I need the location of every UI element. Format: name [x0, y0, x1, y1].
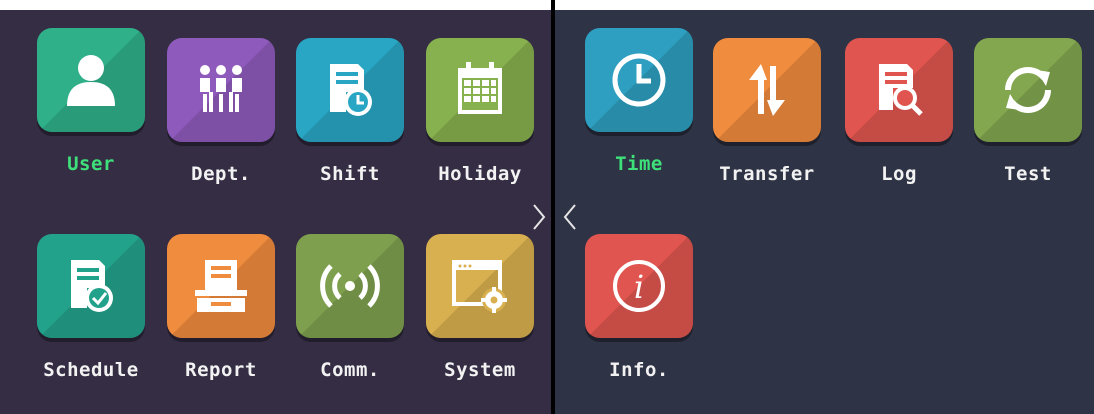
chevron-right-icon[interactable]	[529, 202, 549, 232]
clock-icon	[612, 53, 666, 107]
comm-tile	[296, 234, 404, 338]
info-icon: i	[613, 260, 665, 312]
app-info[interactable]: i Info.	[585, 234, 693, 381]
refresh-icon	[1005, 67, 1051, 113]
app-time[interactable]: Time	[585, 28, 693, 175]
info-tile: i	[585, 234, 693, 338]
main-menu-page-1: User Dept. Shift Holiday Schedule Report…	[0, 10, 551, 414]
app-holiday[interactable]: Holiday	[426, 38, 534, 185]
app-label-comm: Comm.	[320, 359, 380, 381]
app-label-report: Report	[185, 359, 257, 381]
dual-screenshot: User Dept. Shift Holiday Schedule Report…	[0, 0, 1094, 414]
system-window-icon	[452, 260, 507, 313]
app-test[interactable]: Test	[974, 38, 1082, 185]
user-icon	[67, 55, 115, 106]
test-tile	[974, 38, 1082, 142]
app-label-schedule: Schedule	[43, 359, 139, 381]
shift-icon	[330, 64, 372, 116]
app-label-system: System	[444, 359, 516, 381]
time-tile	[585, 28, 693, 132]
app-schedule[interactable]: Schedule	[37, 234, 145, 381]
department-icon	[200, 65, 242, 112]
transfer-arrows-icon	[749, 64, 785, 116]
app-label-test: Test	[1004, 163, 1052, 185]
main-menu-page-2: Time Transfer Log Test i Info.	[555, 10, 1094, 414]
app-label-shift: Shift	[320, 163, 380, 185]
shift-tile	[296, 38, 404, 142]
app-report[interactable]: Report	[167, 234, 275, 381]
app-dept[interactable]: Dept.	[167, 38, 275, 185]
schedule-tile	[37, 234, 145, 338]
app-system[interactable]: System	[426, 234, 534, 381]
app-transfer[interactable]: Transfer	[713, 38, 821, 185]
app-log[interactable]: Log	[845, 38, 953, 185]
calendar-icon	[458, 62, 502, 114]
app-comm[interactable]: Comm.	[296, 234, 404, 381]
log-search-icon	[879, 64, 923, 116]
app-label-info: Info.	[609, 359, 669, 381]
app-label-holiday: Holiday	[438, 163, 522, 185]
schedule-icon	[71, 260, 113, 312]
dept-tile	[167, 38, 275, 142]
app-label-user: User	[67, 153, 115, 175]
system-tile	[426, 234, 534, 338]
app-label-log: Log	[881, 163, 917, 185]
app-label-transfer: Transfer	[719, 163, 815, 185]
chevron-left-icon[interactable]	[560, 202, 580, 232]
report-icon	[195, 260, 247, 312]
app-shift[interactable]: Shift	[296, 38, 404, 185]
report-tile	[167, 234, 275, 338]
wireless-icon	[320, 264, 380, 308]
user-tile	[37, 28, 145, 132]
holiday-tile	[426, 38, 534, 142]
app-user[interactable]: User	[37, 28, 145, 175]
app-label-dept: Dept.	[191, 163, 251, 185]
app-label-time: Time	[615, 153, 663, 175]
transfer-tile	[713, 38, 821, 142]
svg-text:i: i	[634, 268, 644, 306]
log-tile	[845, 38, 953, 142]
